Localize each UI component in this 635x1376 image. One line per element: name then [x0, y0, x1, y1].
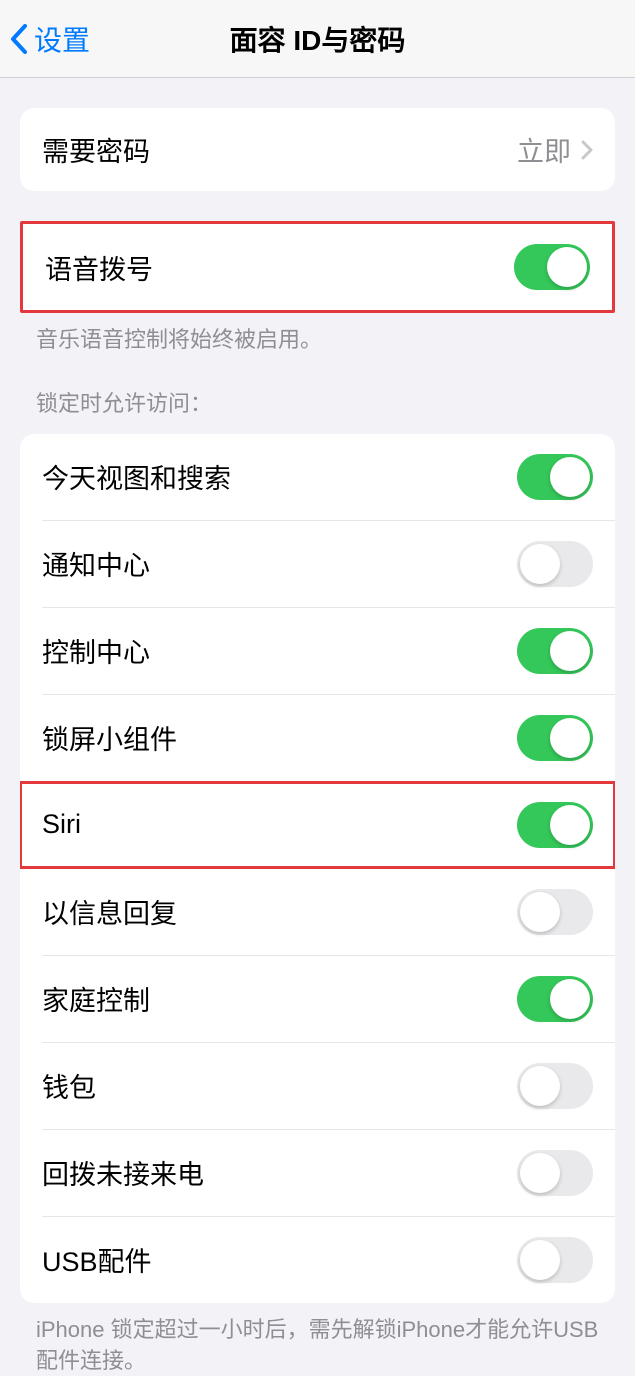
- lock-access-row: 通知中心: [20, 521, 615, 607]
- voice-dial-toggle[interactable]: [514, 244, 590, 290]
- lock-access-label: 锁屏小组件: [42, 718, 177, 757]
- lock-access-toggle[interactable]: [517, 889, 593, 935]
- lock-access-label: Siri: [42, 809, 81, 840]
- require-passcode-value-wrap: 立即: [517, 130, 593, 169]
- lock-access-section: 今天视图和搜索通知中心控制中心锁屏小组件 Siri 以信息回复家庭控制钱包回拨未接来…: [20, 434, 615, 1303]
- lock-access-label: 钱包: [42, 1066, 96, 1105]
- lock-access-row: 家庭控制: [20, 956, 615, 1042]
- toggle-knob: [547, 247, 587, 287]
- lock-access-row: 以信息回复: [20, 869, 615, 955]
- voice-dial-label: 语音拨号: [45, 248, 153, 287]
- lock-access-row: USB配件: [20, 1217, 615, 1303]
- back-label: 设置: [34, 19, 90, 59]
- back-button[interactable]: 设置: [0, 19, 90, 59]
- toggle-knob: [520, 1066, 560, 1106]
- lock-access-label: USB配件: [42, 1240, 152, 1279]
- lock-access-toggle[interactable]: [517, 1150, 593, 1196]
- lock-access-toggle[interactable]: [517, 715, 593, 761]
- page-title: 面容 ID与密码: [230, 19, 406, 59]
- lock-access-toggle[interactable]: [517, 802, 593, 848]
- lock-access-row: Siri: [20, 782, 615, 868]
- toggle-knob: [520, 892, 560, 932]
- lock-access-label: 今天视图和搜索: [42, 457, 231, 496]
- lock-access-label: 家庭控制: [42, 979, 150, 1018]
- lock-access-header: 锁定时允许访问：: [0, 356, 635, 426]
- voice-dial-section: 语音拨号: [20, 221, 615, 313]
- chevron-right-icon: [581, 140, 593, 160]
- toggle-knob: [550, 979, 590, 1019]
- lock-access-row: 钱包: [20, 1043, 615, 1129]
- toggle-knob: [520, 1240, 560, 1280]
- lock-access-row: 回拨未接来电: [20, 1130, 615, 1216]
- toggle-knob: [550, 457, 590, 497]
- toggle-knob: [550, 718, 590, 758]
- lock-access-row: 锁屏小组件: [20, 695, 615, 781]
- lock-access-label: 控制中心: [42, 631, 150, 670]
- voice-dial-footer: 音乐语音控制将始终被启用。: [0, 313, 635, 356]
- toggle-knob: [520, 1153, 560, 1193]
- toggle-knob: [550, 805, 590, 845]
- lock-access-footer: iPhone 锁定超过一小时后，需先解锁iPhone才能允许USB 配件连接。: [0, 1303, 635, 1376]
- chevron-left-icon: [10, 24, 28, 54]
- lock-access-toggle[interactable]: [517, 1237, 593, 1283]
- lock-access-row: 今天视图和搜索: [20, 434, 615, 520]
- require-passcode-row[interactable]: 需要密码 立即: [20, 108, 615, 191]
- navigation-bar: 设置 面容 ID与密码: [0, 0, 635, 78]
- lock-access-toggle[interactable]: [517, 976, 593, 1022]
- toggle-knob: [550, 631, 590, 671]
- toggle-knob: [520, 544, 560, 584]
- lock-access-label: 回拨未接来电: [42, 1153, 204, 1192]
- lock-access-toggle[interactable]: [517, 454, 593, 500]
- voice-dial-row: 语音拨号: [23, 224, 612, 310]
- lock-access-label: 通知中心: [42, 544, 150, 583]
- lock-access-toggle[interactable]: [517, 628, 593, 674]
- require-passcode-section: 需要密码 立即: [20, 108, 615, 191]
- require-passcode-label: 需要密码: [42, 130, 150, 169]
- lock-access-toggle[interactable]: [517, 541, 593, 587]
- lock-access-toggle[interactable]: [517, 1063, 593, 1109]
- lock-access-label: 以信息回复: [42, 892, 177, 931]
- lock-access-row: 控制中心: [20, 608, 615, 694]
- require-passcode-value: 立即: [517, 130, 571, 169]
